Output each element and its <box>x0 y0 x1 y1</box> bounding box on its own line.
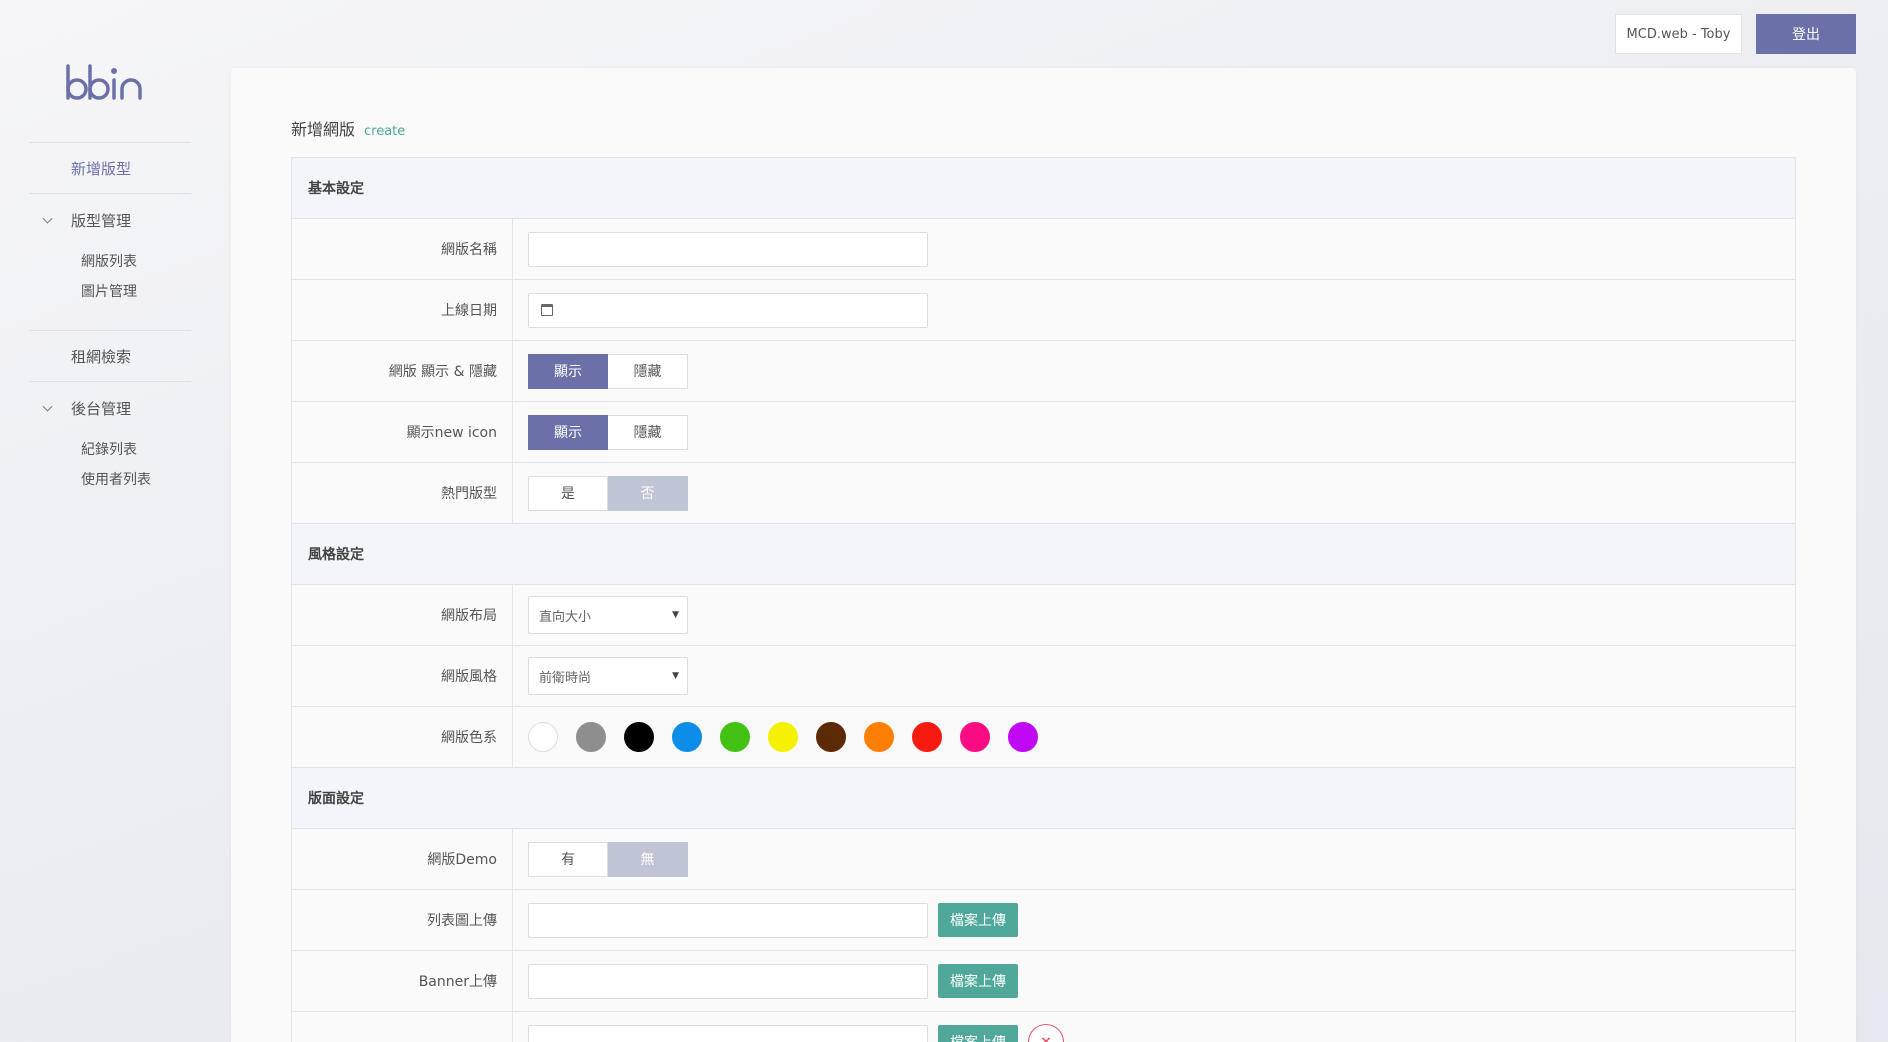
color-swatch[interactable] <box>864 722 894 752</box>
logout-button[interactable]: 登出 <box>1756 14 1856 54</box>
remove-icon[interactable]: × <box>1028 1024 1064 1042</box>
nav-group-label: 版型管理 <box>71 211 132 230</box>
form-row-extra-upload: 檔案上傳 × <box>292 1012 1795 1042</box>
field-label: Banner上傳 <box>292 951 513 1011</box>
hot-yes-button[interactable]: 是 <box>528 475 608 511</box>
page-title-text: 新增網版 <box>291 120 356 139</box>
form-row-style: 網版風格 前衛時尚 ▼ <box>292 646 1795 707</box>
extra-image-upload-button[interactable]: 檔案上傳 <box>938 1025 1018 1042</box>
new-icon-hide-button[interactable]: 隱藏 <box>608 414 688 450</box>
hot-no-button[interactable]: 否 <box>608 475 688 511</box>
form-row-visibility: 網版 顯示 & 隱藏 顯示 隱藏 <box>292 341 1795 402</box>
form-row-layout: 網版布局 直向大小 ▼ <box>292 585 1795 646</box>
calendar-icon <box>541 304 553 316</box>
color-swatch[interactable] <box>912 722 942 752</box>
color-swatch[interactable] <box>816 722 846 752</box>
new-icon-toggle: 顯示 隱藏 <box>528 414 688 450</box>
field-label: 熱門版型 <box>292 463 513 523</box>
color-swatch[interactable] <box>1008 722 1038 752</box>
form-row-banner-upload: Banner上傳 檔案上傳 <box>292 951 1795 1012</box>
list-image-upload-button[interactable]: 檔案上傳 <box>938 903 1018 937</box>
side-nav: 新增版型 版型管理 網版列表 圖片管理 租網檢索 後台管理 紀錄列表 使用者列表 <box>29 142 191 518</box>
visibility-toggle: 顯示 隱藏 <box>528 353 688 389</box>
color-swatch[interactable] <box>672 722 702 752</box>
field-label: 列表圖上傳 <box>292 890 513 950</box>
section-header-style: 風格設定 <box>292 524 1795 585</box>
color-swatch[interactable] <box>528 722 558 752</box>
new-icon-show-button[interactable]: 顯示 <box>528 414 608 450</box>
field-label: 顯示new icon <box>292 402 513 462</box>
nav-group-template-management[interactable]: 版型管理 <box>29 194 191 246</box>
style-select[interactable]: 前衛時尚 ▼ <box>528 657 688 695</box>
user-info: MCD.web - Toby <box>1615 14 1742 54</box>
extra-image-input[interactable] <box>528 1024 928 1042</box>
field-label: 網版風格 <box>292 646 513 706</box>
bbin-logo <box>66 64 142 100</box>
nav-group-admin[interactable]: 後台管理 <box>29 382 191 434</box>
visibility-show-button[interactable]: 顯示 <box>528 353 608 389</box>
style-select-value: 前衛時尚 <box>539 670 592 686</box>
field-label: 網版布局 <box>292 585 513 645</box>
banner-input[interactable] <box>528 963 928 999</box>
field-label: 網版Demo <box>292 829 513 889</box>
color-swatch[interactable] <box>960 722 990 752</box>
nav-submenu: 網版列表 圖片管理 <box>29 246 191 330</box>
layout-select[interactable]: 直向大小 ▼ <box>528 596 688 634</box>
nav-item-log-list[interactable]: 紀錄列表 <box>81 434 191 464</box>
field-label <box>292 1012 513 1042</box>
form-row-colors: 網版色系 <box>292 707 1795 768</box>
layout-select-value: 直向大小 <box>539 609 592 625</box>
visibility-hide-button[interactable]: 隱藏 <box>608 353 688 389</box>
form-row-new-icon: 顯示new icon 顯示 隱藏 <box>292 402 1795 463</box>
banner-upload-button[interactable]: 檔案上傳 <box>938 964 1018 998</box>
nav-item-template-list[interactable]: 網版列表 <box>81 246 191 276</box>
sidebar: 新增版型 版型管理 網版列表 圖片管理 租網檢索 後台管理 紀錄列表 使用者列表 <box>0 0 230 1042</box>
form-row-list-upload: 列表圖上傳 檔案上傳 <box>292 890 1795 951</box>
chevron-down-icon <box>42 401 53 412</box>
section-header-basic: 基本設定 <box>292 158 1795 219</box>
page-title: 新增網版 create <box>291 116 405 140</box>
list-image-input[interactable] <box>528 902 928 938</box>
launch-date-input[interactable] <box>528 292 928 328</box>
field-label: 上線日期 <box>292 280 513 340</box>
nav-submenu: 紀錄列表 使用者列表 <box>29 434 191 518</box>
nav-group-label: 後台管理 <box>71 399 132 418</box>
field-label: 網版名稱 <box>292 219 513 279</box>
template-form: 基本設定 網版名稱 上線日期 網版 顯示 & 隱藏 顯示 隱藏 顯示new ic… <box>291 157 1796 1042</box>
section-header-layout: 版面設定 <box>292 768 1795 829</box>
color-swatch[interactable] <box>768 722 798 752</box>
demo-toggle: 有 無 <box>528 841 688 877</box>
form-row-demo: 網版Demo 有 無 <box>292 829 1795 890</box>
hot-toggle: 是 否 <box>528 475 688 511</box>
nav-item-user-list[interactable]: 使用者列表 <box>81 464 191 494</box>
color-swatch[interactable] <box>576 722 606 752</box>
nav-item-new-template[interactable]: 新增版型 <box>29 143 191 193</box>
color-swatches <box>528 722 1038 752</box>
caret-down-icon: ▼ <box>672 610 679 620</box>
field-label: 網版 顯示 & 隱藏 <box>292 341 513 401</box>
nav-item-image-management[interactable]: 圖片管理 <box>81 276 191 306</box>
form-row-hot: 熱門版型 是 否 <box>292 463 1795 524</box>
form-row-name: 網版名稱 <box>292 219 1795 280</box>
page-subtitle: create <box>364 124 406 139</box>
main-card: 新增網版 create 基本設定 網版名稱 上線日期 網版 顯示 & 隱藏 顯示… <box>231 68 1856 1042</box>
color-swatch[interactable] <box>720 722 750 752</box>
chevron-down-icon <box>42 213 53 224</box>
demo-no-button[interactable]: 無 <box>608 841 688 877</box>
caret-down-icon: ▼ <box>672 671 679 681</box>
form-row-launch-date: 上線日期 <box>292 280 1795 341</box>
demo-yes-button[interactable]: 有 <box>528 841 608 877</box>
template-name-input[interactable] <box>528 231 928 267</box>
color-swatch[interactable] <box>624 722 654 752</box>
nav-item-rental-search[interactable]: 租網檢索 <box>29 331 191 381</box>
field-label: 網版色系 <box>292 707 513 767</box>
